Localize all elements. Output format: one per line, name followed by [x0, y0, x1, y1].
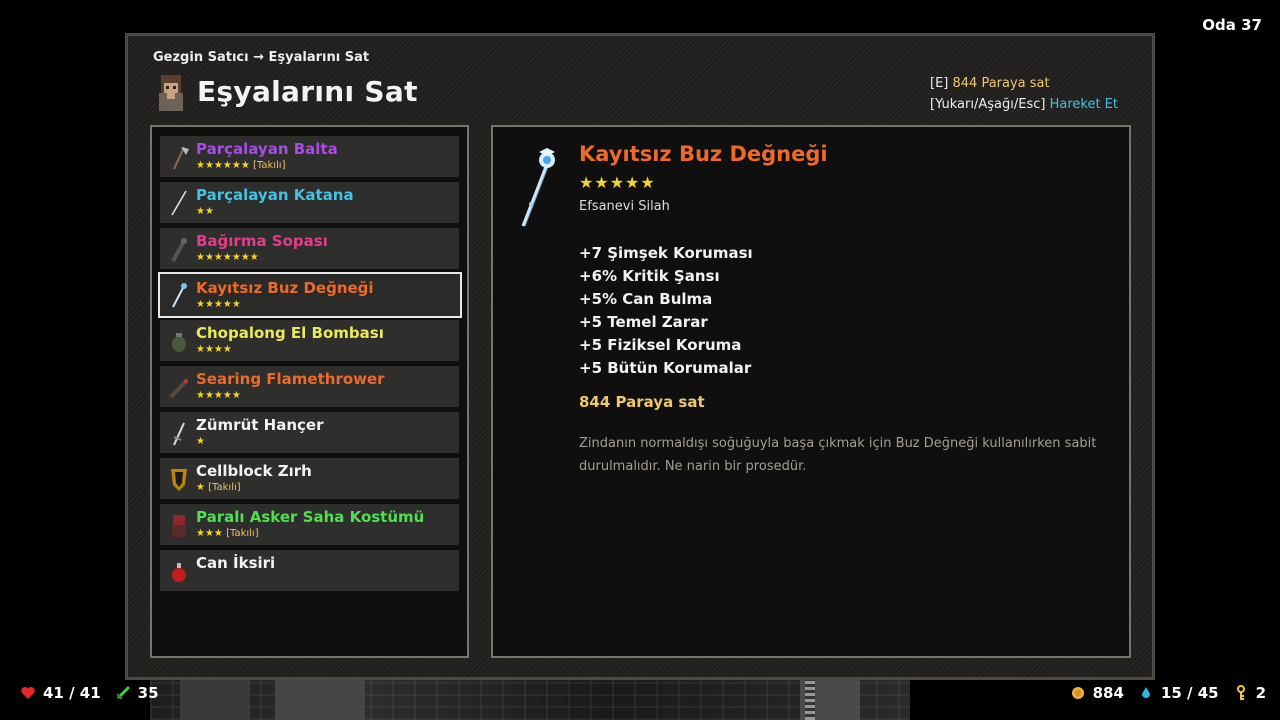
item-name: Bağırma Sopası: [196, 232, 328, 250]
stat-line: +7 Şimşek Koruması: [579, 244, 753, 262]
detail-item-stars: ★★★★★: [579, 173, 656, 192]
hint-move-text: Hareket Et: [1049, 97, 1118, 112]
hud-right: 884 15 / 45 2: [1070, 684, 1266, 702]
item-name: Chopalong El Bombası: [196, 324, 384, 342]
costume-icon: [172, 515, 186, 537]
sword-icon: [115, 685, 130, 700]
item-stars: ★★★★★: [196, 390, 241, 401]
mana-icon: [1141, 687, 1150, 698]
inventory-item[interactable]: Can İksiri: [160, 550, 459, 591]
detail-item-stats: +7 Şimşek Koruması +6% Kritik Şansı +5% …: [579, 242, 753, 380]
key-icon: [1236, 685, 1245, 700]
item-stars: ★★★★★: [196, 299, 241, 310]
inventory-item[interactable]: Parçalayan Balta ★★★★★★ [Takılı]: [160, 136, 459, 177]
item-rating: ★★★★★★★: [196, 252, 259, 263]
hint-key-move: [Yukarı/Aşağı/Esc]: [930, 97, 1046, 112]
hint-sell-text: 844 Paraya sat: [952, 76, 1050, 91]
gold-value: 884: [1092, 684, 1124, 702]
item-rating: ★: [196, 436, 205, 447]
mana-value: 15 / 45: [1160, 684, 1219, 702]
potion-icon: [172, 563, 186, 582]
heart-icon: [21, 687, 35, 699]
room-label: Oda 37: [1202, 16, 1262, 34]
hint-key-sell: [E]: [930, 76, 949, 91]
grenade-icon: [172, 333, 186, 352]
club-icon: [171, 238, 187, 262]
ice-staff-icon: [521, 148, 555, 227]
item-name: Parçalayan Katana: [196, 186, 354, 204]
item-name: Zümrüt Hançer: [196, 416, 324, 434]
stat-line: +5 Fiziksel Koruma: [579, 336, 742, 354]
detail-item-type: Efsanevi Silah: [579, 199, 670, 214]
armor-icon: [171, 469, 187, 491]
hud-left: 41 / 41 35: [20, 684, 159, 702]
equipped-tag: [Takılı]: [249, 160, 286, 171]
inventory-item[interactable]: Kayıtsız Buz Değneği ★★★★★: [158, 272, 462, 318]
item-stars: ★★★★: [196, 344, 232, 355]
stat-line: +5 Temel Zarar: [579, 313, 708, 331]
key-hints: [E] 844 Paraya sat [Yukarı/Aşağı/Esc] Ha…: [930, 73, 1118, 115]
item-rating: ★★★★★★ [Takılı]: [196, 160, 286, 171]
flamethrower-icon: [169, 379, 188, 399]
stat-line: +5% Can Bulma: [579, 290, 713, 308]
attack-value: 35: [137, 684, 159, 702]
item-name: Parçalayan Balta: [196, 140, 338, 158]
page-title: Eşyalarını Sat: [197, 75, 418, 108]
equipped-tag: [Takılı]: [222, 528, 259, 539]
health-value: 41 / 41: [43, 684, 101, 702]
item-stars: ★★★★★★★: [196, 252, 259, 263]
detail-item-name: Kayıtsız Buz Değneği: [579, 142, 828, 166]
item-stars: ★: [196, 436, 205, 447]
item-rating: ★★★★: [196, 344, 232, 355]
inventory-item[interactable]: Bağırma Sopası ★★★★★★★: [160, 228, 459, 269]
inventory-item[interactable]: Searing Flamethrower ★★★★★: [160, 366, 459, 407]
item-name: Cellblock Zırh: [196, 462, 312, 480]
item-stars: ★★★: [196, 528, 223, 539]
equipped-tag: [Takılı]: [204, 482, 241, 493]
item-rating: ★★★★★: [196, 390, 241, 401]
inventory-item[interactable]: Zümrüt Hançer ★: [160, 412, 459, 453]
detail-sell-price: 844 Paraya sat: [579, 393, 705, 411]
item-rating: ★ [Takılı]: [196, 482, 241, 493]
stat-line: +5 Bütün Korumalar: [579, 359, 752, 377]
ice-staff-icon: [172, 283, 187, 308]
item-name: Paralı Asker Saha Kostümü: [196, 508, 425, 526]
inventory-item[interactable]: Parçalayan Katana ★★: [160, 182, 459, 223]
item-name: Searing Flamethrower: [196, 370, 385, 388]
coin-icon: [1071, 687, 1084, 699]
item-rating: ★★: [196, 206, 214, 217]
inventory-item[interactable]: Paralı Asker Saha Kostümü ★★★ [Takılı]: [160, 504, 459, 545]
dungeon-floor: [150, 680, 910, 720]
keys-value: 2: [1255, 684, 1266, 702]
item-name: Can İksiri: [196, 554, 276, 572]
dagger-icon: [173, 422, 185, 446]
item-rating: ★★★★★: [196, 299, 241, 310]
item-stars: ★★: [196, 206, 214, 217]
axe-icon: [173, 146, 189, 170]
detail-description: Zindanın normaldışı soğuğuyla başa çıkma…: [579, 436, 1097, 474]
item-stars: ★★★★★★: [196, 160, 250, 171]
item-stars: ★: [196, 482, 205, 493]
item-name: Kayıtsız Buz Değneği: [196, 279, 374, 297]
stat-line: +6% Kritik Şansı: [579, 267, 720, 285]
katana-icon: [171, 190, 187, 216]
merchant-avatar-icon: [159, 75, 183, 111]
inventory-item[interactable]: Cellblock Zırh ★ [Takılı]: [160, 458, 459, 499]
inventory-item[interactable]: Chopalong El Bombası ★★★★: [160, 320, 459, 361]
breadcrumb: Gezgin Satıcı → Eşyalarını Sat: [153, 50, 370, 65]
item-rating: ★★★ [Takılı]: [196, 528, 259, 539]
